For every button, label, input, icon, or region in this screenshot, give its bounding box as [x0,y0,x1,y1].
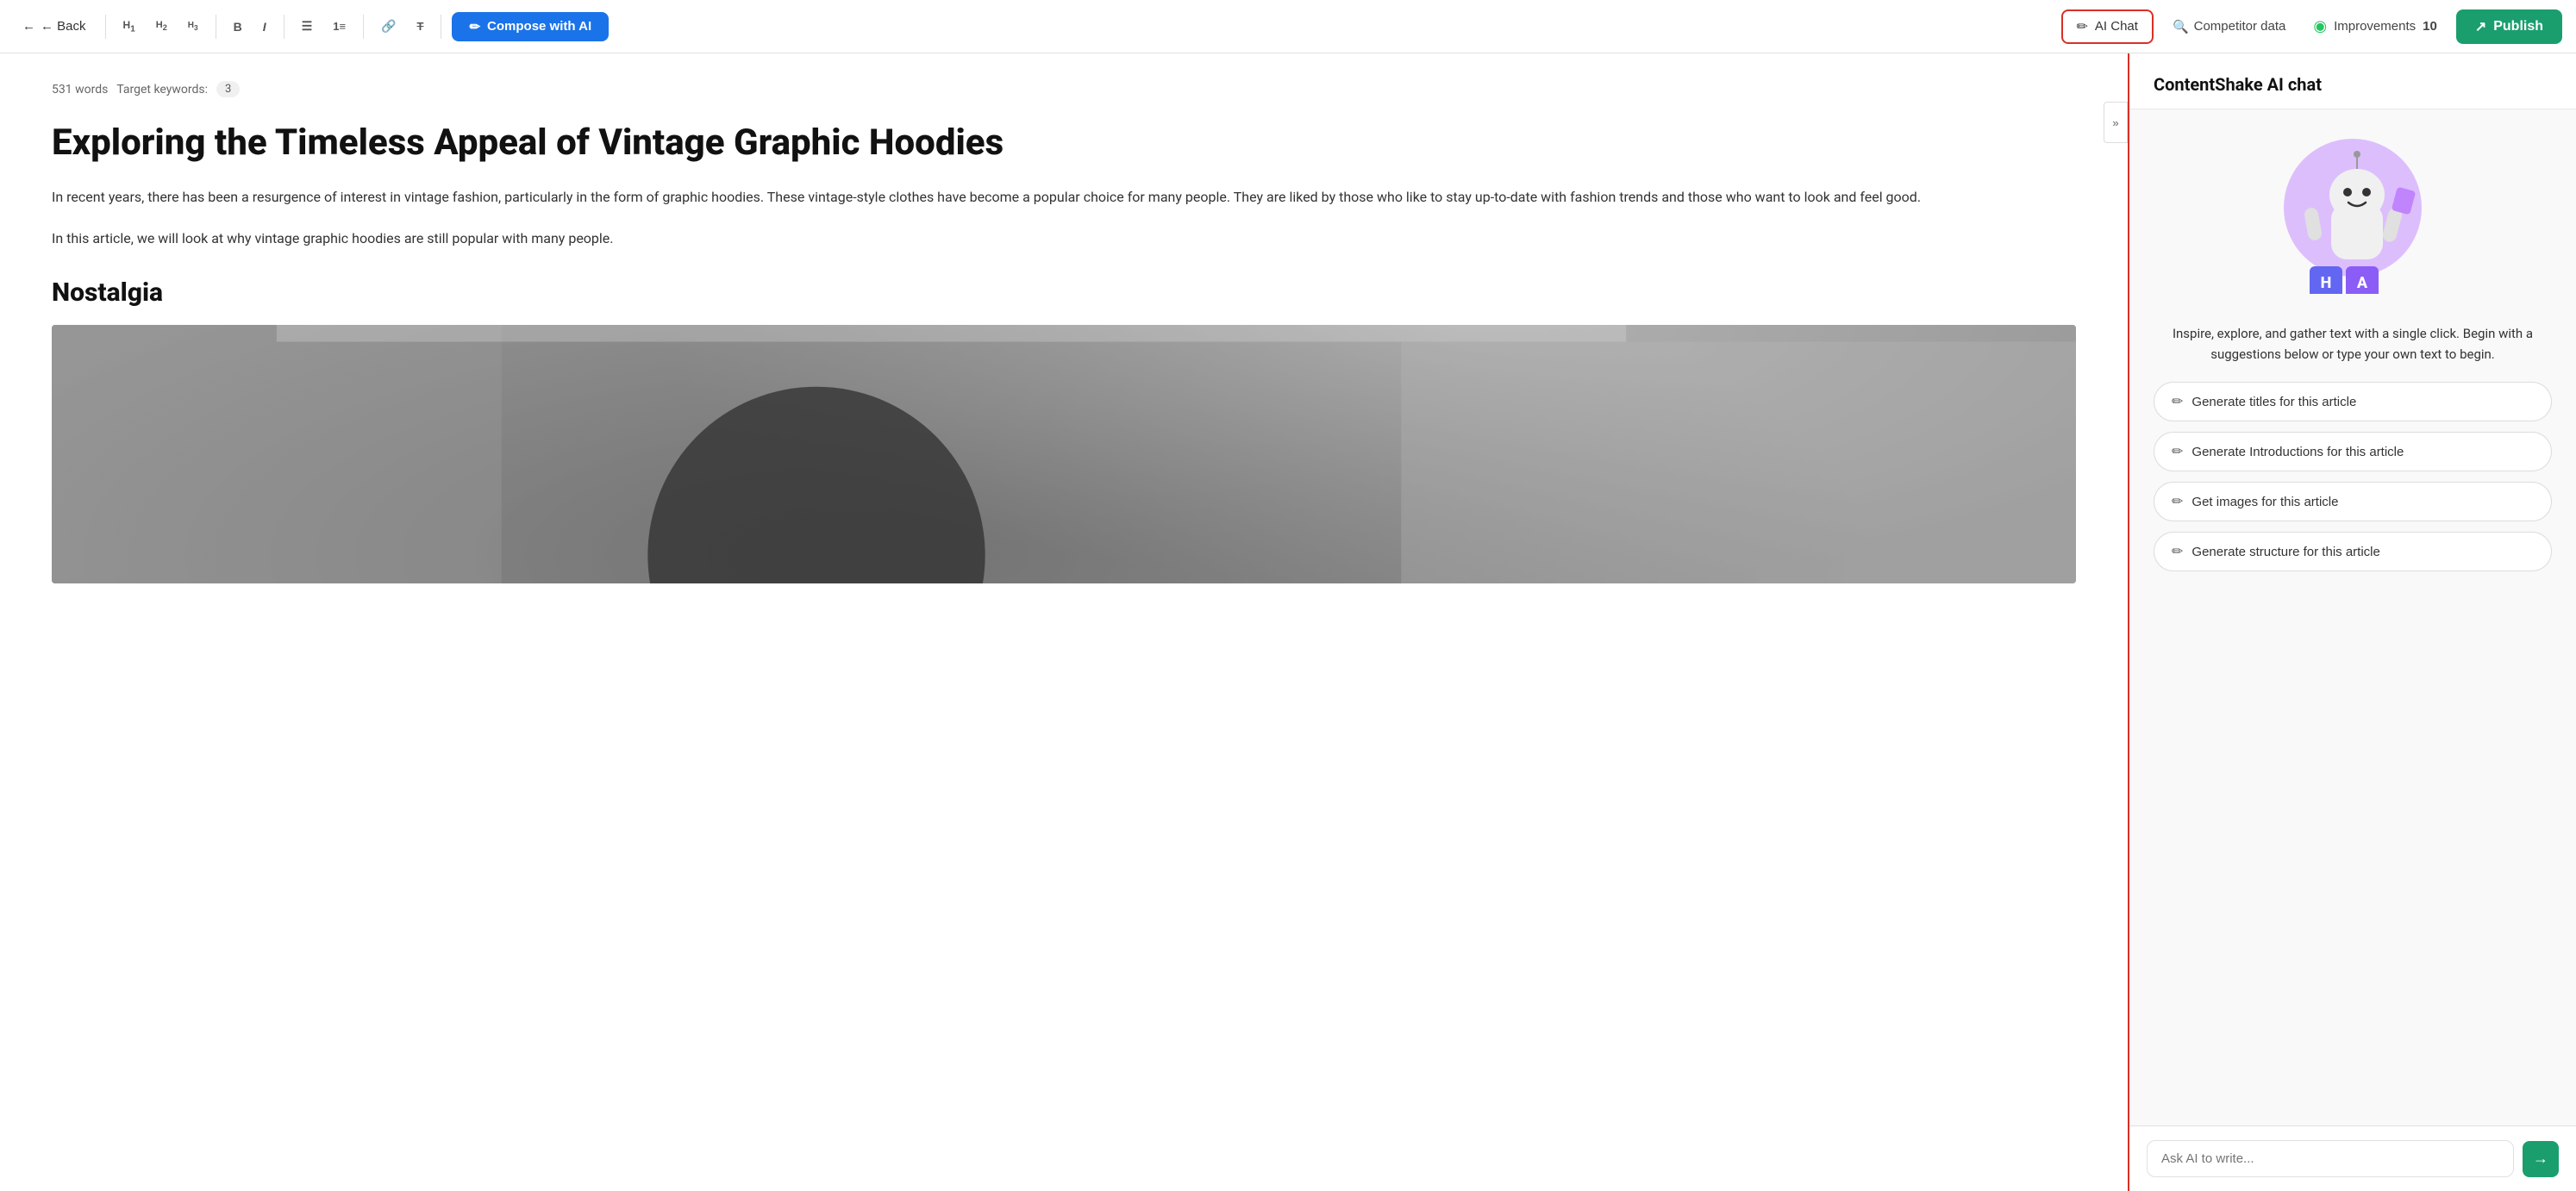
photo-simulation [52,325,2076,583]
publish-arrow-icon: ↗ [2475,18,2486,35]
ai-chat-pencil-icon: ✏ [2077,18,2088,35]
clear-format-icon: T [417,20,424,33]
suggestion-label-introductions: Generate Introductions for this article [2191,445,2404,459]
bullet-icon: ☰ [302,19,313,34]
back-button[interactable]: ← ← Back [14,14,95,39]
toolbar-divider-1 [105,15,106,39]
circle-check-icon: ◉ [2313,17,2327,35]
h2-label: H2 [156,20,167,32]
suggestion-generate-structure[interactable]: ✏ Generate structure for this article [2154,532,2552,571]
suggestions-list: ✏ Generate titles for this article ✏ Gen… [2154,382,2552,571]
word-count: 531 words [52,83,108,97]
target-keywords-label: Target keywords: [116,83,208,97]
compose-pencil-icon: ✏ [469,19,480,34]
ai-send-button[interactable]: → [2523,1141,2559,1177]
ai-chat-input-field[interactable] [2147,1140,2514,1177]
link-button[interactable]: 🔗 [374,14,403,39]
improvements-count: 10 [2423,19,2437,34]
article-paragraph-2[interactable]: In this article, we will look at why vin… [52,227,2076,250]
article-paragraph-1[interactable]: In recent years, there has been a resurg… [52,185,2076,209]
keyword-count-badge: 3 [216,81,240,97]
search-icon: 🔍 [2173,19,2189,34]
improvements-button[interactable]: ◉ Improvements 10 [2304,12,2445,41]
suggestion-generate-introductions[interactable]: ✏ Generate Introductions for this articl… [2154,432,2552,471]
collapse-icon: » [2112,116,2118,129]
italic-button[interactable]: I [256,15,273,39]
ai-chat-panel: ContentShake AI chat [2128,53,2576,1191]
back-label: ← Back [41,19,86,34]
suggestion-pencil-icon-3: ✏ [2172,493,2183,510]
robot-illustration: H A [2275,139,2430,294]
editor-area[interactable]: 531 words Target keywords: 3 Exploring t… [0,53,2128,1191]
ai-chat-input-area: → [2129,1126,2576,1191]
robot-illustration-container: H A [2275,139,2430,297]
word-count-bar: 531 words Target keywords: 3 [52,81,2076,97]
h3-button[interactable]: H3 [181,16,205,37]
publish-label: Publish [2493,19,2543,34]
svg-text:A: A [2357,274,2368,292]
main-layout: 531 words Target keywords: 3 Exploring t… [0,53,2576,1191]
main-toolbar: ← ← Back H1 H2 H3 B I ☰ 1≡ 🔗 [0,0,2576,53]
link-icon: 🔗 [381,19,396,34]
ai-chat-header: ContentShake AI chat [2129,53,2576,109]
numbered-icon: 1≡ [333,20,346,33]
article-title[interactable]: Exploring the Timeless Appeal of Vintage… [52,122,2076,165]
compose-label: Compose with AI [487,19,591,34]
article-image [52,325,2076,583]
ai-chat-body: H A Inspire, explore, and gather text wi… [2129,109,2576,1126]
ai-chat-title: ContentShake AI chat [2154,74,2552,95]
h2-button[interactable]: H2 [149,15,174,37]
suggestion-label-images: Get images for this article [2191,495,2338,509]
h3-label: H3 [188,21,198,32]
h1-button[interactable]: H1 [116,14,142,39]
collapse-panel-button[interactable]: » [2104,102,2128,143]
competitor-label: Competitor data [2194,19,2286,34]
h1-label: H1 [123,19,135,34]
bullet-list-button[interactable]: ☰ [295,14,320,39]
compose-with-ai-button[interactable]: ✏ Compose with AI [452,12,609,41]
suggestion-pencil-icon-1: ✏ [2172,393,2183,410]
publish-button[interactable]: ↗ Publish [2456,9,2562,44]
clear-format-button[interactable]: T [410,15,431,38]
numbered-list-button[interactable]: 1≡ [326,15,353,38]
bold-button[interactable]: B [227,15,249,39]
ai-chat-button[interactable]: ✏ AI Chat [2061,9,2154,44]
toolbar-divider-4 [363,15,364,39]
suggestion-label-structure: Generate structure for this article [2191,545,2379,559]
suggestion-pencil-icon-4: ✏ [2172,543,2183,560]
competitor-data-button[interactable]: 🔍 Competitor data [2164,14,2294,40]
ai-description: Inspire, explore, and gather text with a… [2154,323,2552,365]
bold-label: B [234,20,242,34]
send-arrow-icon: → [2533,1150,2548,1168]
improvements-label: Improvements [2334,19,2416,34]
suggestion-pencil-icon-2: ✏ [2172,443,2183,460]
svg-text:H: H [2321,274,2332,292]
suggestion-get-images[interactable]: ✏ Get images for this article [2154,482,2552,521]
toolbar-left: ← ← Back H1 H2 H3 B I ☰ 1≡ 🔗 [14,12,2054,41]
back-arrow-icon: ← [22,19,35,34]
article-section-heading[interactable]: Nostalgia [52,277,2076,308]
ai-chat-label: AI Chat [2095,19,2138,34]
suggestion-label-titles: Generate titles for this article [2191,395,2356,409]
toolbar-right: ✏ AI Chat 🔍 Competitor data ◉ Improvemen… [2061,9,2563,44]
suggestion-generate-titles[interactable]: ✏ Generate titles for this article [2154,382,2552,421]
italic-label: I [263,20,266,34]
